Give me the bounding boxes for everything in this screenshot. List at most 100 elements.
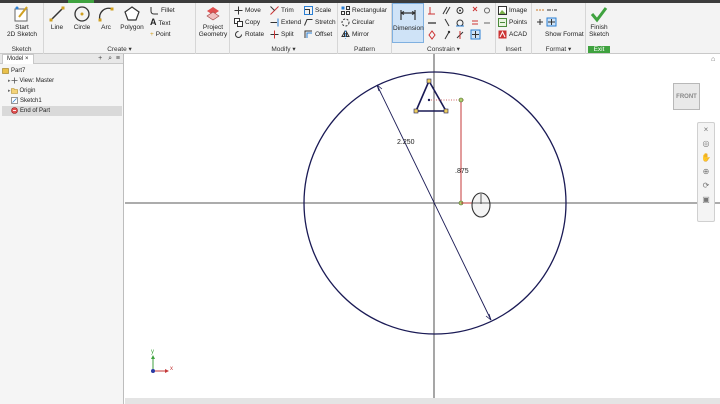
acad-label: ACAD [509, 31, 528, 38]
move-button[interactable]: Move [234, 5, 261, 16]
stretch-button[interactable]: Stretch [304, 17, 336, 28]
tree-item-origin[interactable]: ▸ Origin [2, 86, 122, 96]
circle-icon [74, 6, 90, 22]
tree-item-end-of-part[interactable]: End of Part [2, 106, 122, 116]
modify-group: Move Copy Rotate Trim Extend Split Scale… [230, 3, 338, 54]
collinear-constraint-icon[interactable] [456, 31, 464, 39]
orbit-icon[interactable]: ⟳ [698, 179, 714, 193]
trim-button[interactable]: Trim [270, 5, 294, 16]
sketch-group-label: Sketch [11, 46, 32, 53]
circle-label: Circle [73, 24, 91, 31]
sketch-icon [11, 97, 18, 104]
coincident-constraint-icon[interactable] [456, 7, 464, 14]
symmetric-constraint-icon[interactable] [444, 30, 451, 40]
browser-tools: + ⌕ ≡ [98, 54, 120, 64]
stretch-label: Stretch [315, 19, 336, 26]
equal-constraint-icon[interactable] [472, 20, 478, 25]
line-icon [49, 6, 65, 22]
copy-button[interactable]: Copy [234, 17, 260, 28]
acad-button[interactable]: ACAD [498, 29, 527, 40]
copy-label: Copy [245, 19, 261, 26]
image-button[interactable]: Image [498, 5, 527, 16]
text-button[interactable]: A Text [150, 17, 170, 28]
smooth-constraint-icon[interactable] [428, 30, 436, 40]
pan-icon[interactable]: ✋ [698, 151, 714, 165]
project-geometry-button[interactable]: Project Geometry [196, 5, 230, 38]
constraint-icons [428, 6, 490, 40]
extend-label: Extend [281, 19, 302, 26]
search-icon[interactable]: ⌕ [108, 55, 112, 62]
start-sketch-icon [14, 6, 28, 22]
stretch-icon [304, 18, 313, 26]
axis-x-label: x [170, 366, 173, 372]
vertex-point[interactable] [443, 108, 449, 114]
points-button[interactable]: Points [498, 17, 527, 28]
trim-icon [270, 5, 279, 15]
sketch-triangle[interactable] [414, 79, 448, 112]
mirror-label: Mirror [352, 31, 369, 38]
steering-wheel-icon[interactable]: ◎ [698, 137, 714, 151]
vertex-point[interactable] [426, 78, 432, 84]
line-button[interactable]: Line [46, 5, 68, 31]
scale-label: Scale [315, 7, 332, 14]
perpendicular-constraint-icon[interactable] [428, 7, 435, 15]
rectangular-pattern-button[interactable]: Rectangular [341, 5, 387, 16]
start-2d-sketch-button[interactable]: Start 2D Sketch [4, 5, 40, 38]
point-label: Point [155, 31, 171, 38]
show-constraints-icon[interactable] [470, 29, 481, 40]
rotate-button[interactable]: Rotate [234, 29, 264, 40]
navigation-bar: × ◎ ✋ ⊕ ⟳ ▣ [697, 122, 715, 222]
browser-tabs: Model × + ⌕ ≡ [0, 54, 123, 64]
driven-dimension-icon[interactable] [546, 17, 557, 27]
vertical-constraint-icon[interactable] [444, 18, 450, 27]
rotate-label: Rotate [245, 31, 265, 38]
offset-button[interactable]: Offset [304, 29, 332, 40]
document-tab-bar [125, 398, 720, 404]
tree-item-label: Sketch1 [20, 98, 42, 104]
tab-model[interactable]: Model × [2, 54, 34, 64]
parallel-constraint-icon[interactable] [442, 6, 451, 15]
vertex-point[interactable] [413, 108, 419, 114]
constrain-group: Dimension Constrain ▾ [392, 3, 496, 54]
show-format-button[interactable]: Show Format [545, 29, 584, 40]
mirror-button[interactable]: Mirror [341, 29, 369, 40]
center-point-icon[interactable] [537, 19, 543, 25]
look-at-icon[interactable]: ▣ [698, 193, 714, 207]
menu-icon[interactable]: ≡ [116, 55, 120, 62]
viewcube-menu-icon[interactable]: ⌂ [711, 56, 715, 63]
format-group-label-text: Format [545, 46, 567, 53]
viewcube[interactable]: FRONT [673, 83, 700, 110]
zoom-icon[interactable]: ⊕ [698, 165, 714, 179]
copy-icon [234, 17, 243, 27]
circle-button[interactable]: Circle [70, 5, 94, 31]
line-label: Line [50, 24, 64, 31]
circular-pattern-button[interactable]: Circular [341, 17, 374, 28]
split-button[interactable]: Split [270, 29, 294, 40]
tree-item-sketch1[interactable]: Sketch1 [2, 96, 122, 106]
fillet-button[interactable]: Fillet [150, 5, 175, 16]
extend-button[interactable]: Extend [270, 17, 301, 28]
add-icon[interactable]: + [98, 55, 102, 62]
vertical-dimension-value[interactable]: .875 [455, 168, 469, 175]
dimension-endpoint[interactable] [458, 97, 464, 103]
tree-item-part[interactable]: Part7 [2, 66, 122, 76]
dimension-button[interactable]: Dimension [392, 3, 424, 43]
polygon-button[interactable]: Polygon [118, 5, 146, 31]
navbar-close-icon[interactable]: × [698, 123, 714, 137]
tree-item-view-master[interactable]: ▸ View: Master [2, 76, 122, 86]
exit-group: Finish Sketch Exit [586, 3, 612, 54]
tab-model-label: Model [7, 56, 24, 62]
model-browser: Model × + ⌕ ≡ Part7 ▸ View: Master ▸ Origi… [0, 54, 124, 404]
constraint-settings-icon[interactable] [484, 7, 490, 24]
finish-sketch-button[interactable]: Finish Sketch [586, 5, 612, 38]
graphics-canvas[interactable]: 2.250 .875 x y [125, 54, 720, 404]
tree-item-label: Part7 [11, 68, 26, 74]
arc-button[interactable]: Arc [96, 5, 116, 31]
checkmark-icon [590, 7, 608, 23]
diameter-dimension-value[interactable]: 2.250 [397, 139, 415, 146]
point-button[interactable]: + Point [150, 29, 171, 40]
fix-constraint-icon[interactable] [472, 6, 478, 12]
scale-button[interactable]: Scale [304, 5, 331, 16]
mouse-cursor-icon [471, 192, 491, 218]
tangent-constraint-icon[interactable] [456, 19, 464, 27]
